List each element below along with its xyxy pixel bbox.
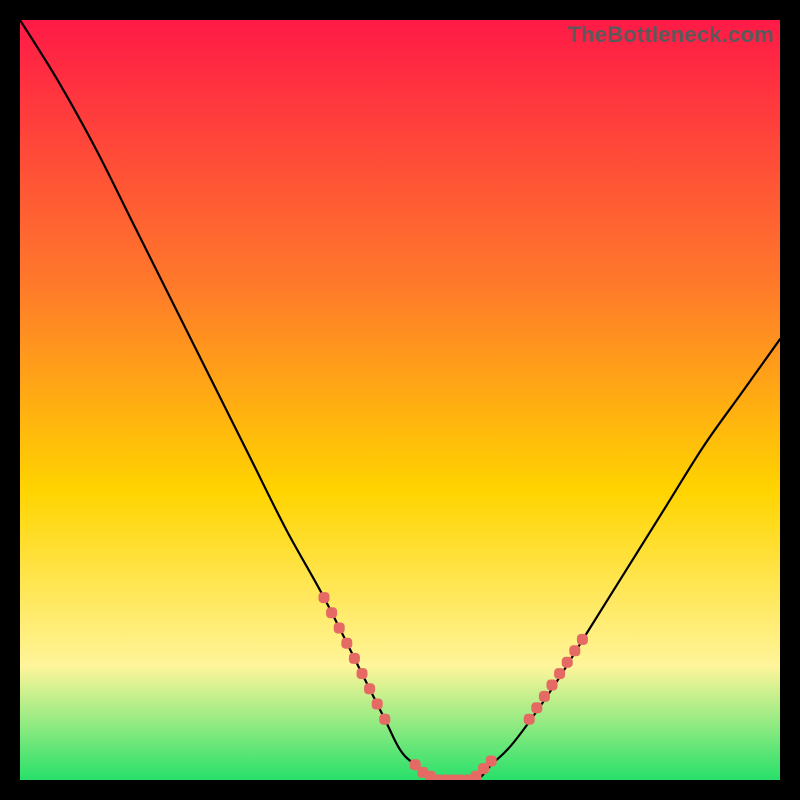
curve-marker (569, 645, 580, 656)
curve-marker (334, 623, 345, 634)
curve-marker (547, 680, 558, 691)
curve-marker (531, 702, 542, 713)
curve-marker (524, 714, 535, 725)
curve-marker (554, 668, 565, 679)
watermark-text: TheBottleneck.com (568, 22, 774, 48)
curve-marker (364, 683, 375, 694)
curve-marker (486, 756, 497, 767)
gradient-background (20, 20, 780, 780)
curve-marker (577, 634, 588, 645)
curve-marker (319, 592, 330, 603)
curve-marker (326, 607, 337, 618)
curve-marker (562, 657, 573, 668)
bottleneck-chart (20, 20, 780, 780)
curve-marker (349, 653, 360, 664)
chart-frame: TheBottleneck.com (20, 20, 780, 780)
curve-marker (357, 668, 368, 679)
curve-marker (539, 691, 550, 702)
curve-marker (341, 638, 352, 649)
curve-marker (379, 714, 390, 725)
curve-marker (372, 699, 383, 710)
